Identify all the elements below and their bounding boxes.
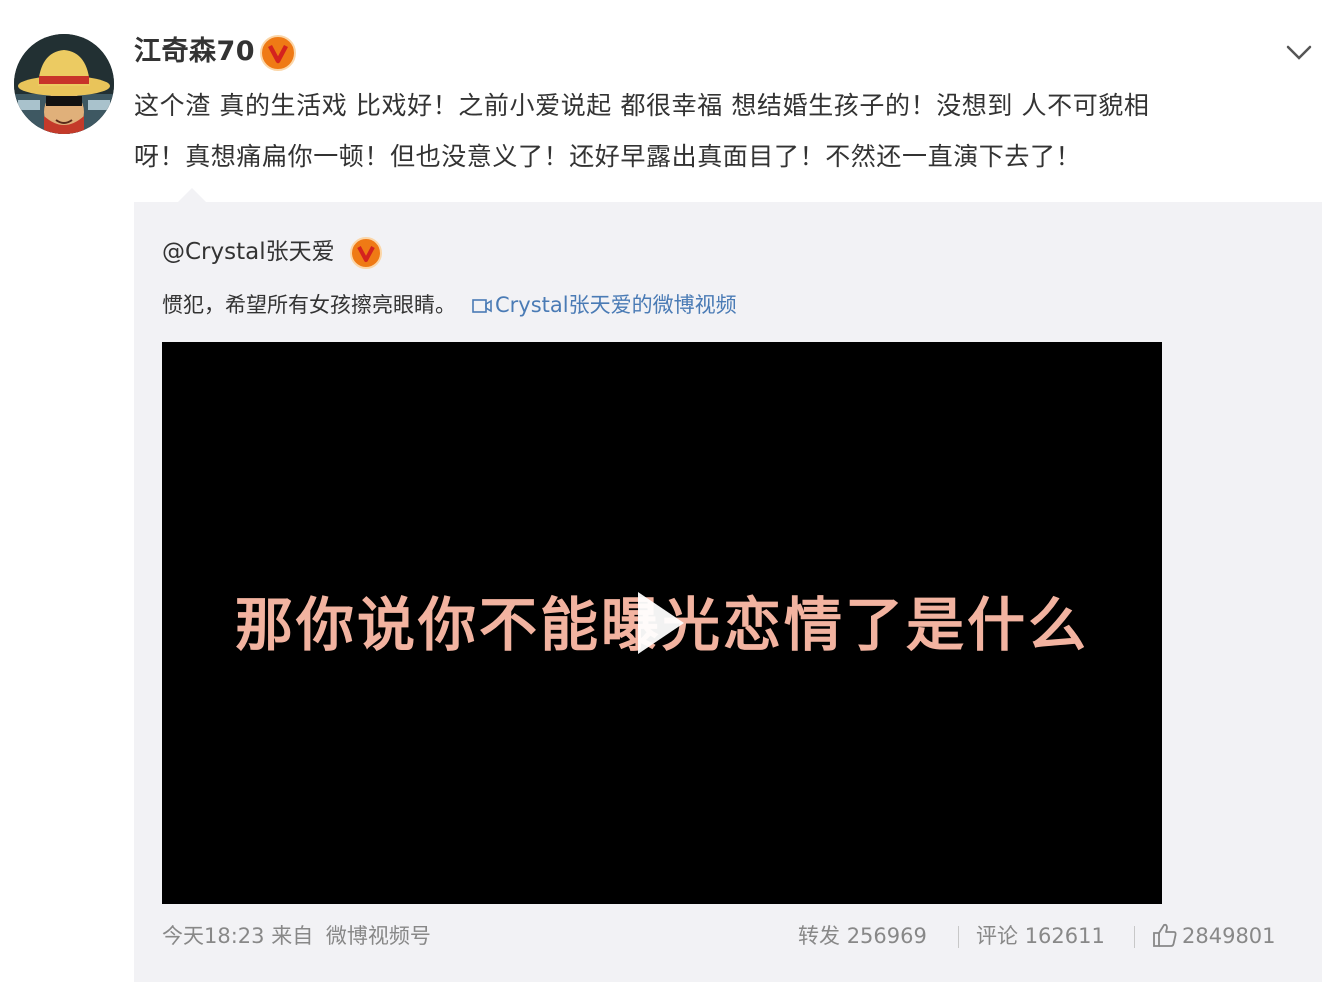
- divider: [1134, 926, 1135, 948]
- verified-badge-icon: [259, 34, 297, 76]
- from-label: 来自: [271, 924, 314, 948]
- like-button[interactable]: 2849801: [1152, 918, 1276, 954]
- post-text-line: 呀！真想痛扁你一顿！但也没意义了！还好早露出真面目了！不然还一直演下去了！: [134, 142, 1082, 171]
- like-count: 2849801: [1182, 924, 1276, 948]
- repost-count: 256969: [846, 924, 927, 948]
- original-text: 惯犯，希望所有女孩擦亮眼睛。: [162, 293, 456, 317]
- original-author[interactable]: @Crystal张天爱: [162, 234, 335, 270]
- video-link-icon: [472, 299, 492, 313]
- comment-label: 评论: [976, 924, 1018, 948]
- avatar[interactable]: [14, 34, 114, 134]
- divider: [958, 926, 959, 948]
- author-name[interactable]: 江奇森70: [134, 32, 255, 72]
- original-text-row: 惯犯，希望所有女孩擦亮眼睛。 Crystal张天爱的微博视频: [162, 288, 737, 322]
- play-icon[interactable]: [632, 588, 688, 658]
- repost-button[interactable]: 转发 256969: [798, 918, 927, 954]
- comment-count: 162611: [1024, 924, 1105, 948]
- post-meta: 今天18:23 来自 微博视频号: [162, 918, 431, 954]
- comment-button[interactable]: 评论 162611: [976, 918, 1105, 954]
- reposted-content: @Crystal张天爱 惯犯，希望所有女孩擦亮眼睛。 Crystal张天爱的微博视…: [134, 202, 1322, 982]
- video-link[interactable]: Crystal张天爱的微博视频: [472, 293, 737, 317]
- straw-hat-avatar-image: [14, 34, 114, 134]
- post-source[interactable]: 微博视频号: [326, 924, 431, 948]
- post-text: 这个渣 真的生活戏 比戏好！之前小爱说起 都很幸福 想结婚生孩子的！没想到 人不…: [134, 80, 1284, 182]
- repost-label: 转发: [798, 924, 840, 948]
- video-link-label[interactable]: Crystal张天爱的微博视频: [495, 293, 737, 317]
- thumbs-up-icon: [1153, 923, 1177, 947]
- post-time[interactable]: 今天18:23: [162, 924, 265, 948]
- chevron-down-icon[interactable]: [1282, 36, 1316, 70]
- video-player[interactable]: 那你说你不能曝光恋情了是什么: [162, 342, 1162, 904]
- post-text-line: 这个渣 真的生活戏 比戏好！之前小爱说起 都很幸福 想结婚生孩子的！没想到 人不…: [134, 91, 1150, 120]
- verified-badge-icon: [349, 236, 383, 274]
- weibo-post: 江奇森70 这个渣 真的生活戏 比戏好！之前小爱说起 都很幸福 想结婚生孩子的！…: [0, 0, 1322, 982]
- repost-notch: [178, 188, 206, 202]
